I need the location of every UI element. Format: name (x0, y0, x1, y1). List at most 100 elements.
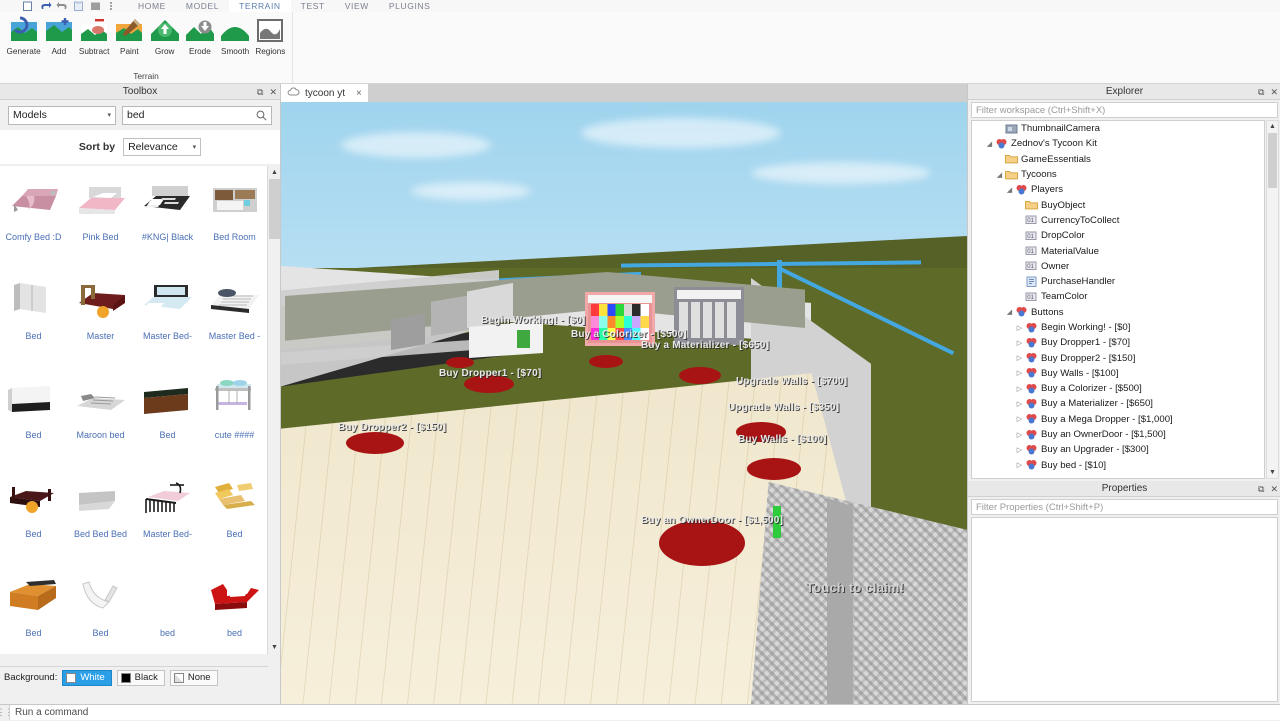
explorer-close-icon[interactable]: ✕ (1270, 87, 1278, 97)
explorer-tree-item[interactable]: ThumbnailCamera (972, 121, 1264, 136)
chevron-down-icon[interactable]: ▼ (1267, 467, 1278, 478)
explorer-tree-item[interactable]: PurchaseHandler (972, 274, 1264, 289)
toolbox-item[interactable]: Bed (0, 562, 67, 654)
tree-twisty-icon[interactable]: ◢ (1004, 186, 1015, 194)
tree-twisty-icon[interactable]: ▷ (1014, 461, 1025, 469)
explorer-scrollbar[interactable]: ▲ ▼ (1266, 120, 1279, 479)
explorer-scroll-thumb[interactable] (1268, 133, 1277, 188)
terrain-generate-button[interactable]: Generate (6, 16, 41, 57)
tree-twisty-icon[interactable]: ▷ (1014, 385, 1025, 393)
tree-twisty-icon[interactable]: ◢ (1004, 308, 1015, 316)
tree-twisty-icon[interactable]: ◢ (984, 140, 995, 148)
explorer-tree-item[interactable]: BuyObject (972, 197, 1264, 212)
explorer-tree[interactable]: ThumbnailCamera ◢ Zednov's Tycoon Kit GameE… (971, 120, 1265, 479)
viewport-tab-tycoon-yt[interactable]: tycoon yt × (281, 84, 368, 102)
toolbox-item[interactable]: Maroon bed (67, 364, 134, 463)
chevron-up-icon[interactable]: ▲ (1267, 121, 1278, 132)
explorer-tree-item[interactable]: ▷ Begin Working! - [$0] (972, 320, 1264, 335)
purchase-pad[interactable] (679, 367, 721, 384)
toolbox-category-select[interactable]: Models ▾ (8, 105, 116, 125)
tree-twisty-icon[interactable]: ◢ (994, 171, 1005, 179)
terrain-paint-button[interactable]: Paint (112, 16, 147, 57)
properties-filter-input[interactable]: Filter Properties (Ctrl+Shift+P) (971, 499, 1278, 515)
chevron-up-icon[interactable]: ▲ (268, 166, 281, 179)
properties-close-icon[interactable]: ✕ (1270, 484, 1278, 494)
toolbox-item[interactable]: cute #### (201, 364, 268, 463)
terrain-regions-button[interactable]: Regions (253, 16, 288, 57)
tree-twisty-icon[interactable]: ▷ (1014, 369, 1025, 377)
chevron-down-icon[interactable]: ▼ (268, 641, 281, 654)
ribbon-tab-plugins[interactable]: PLUGINS (379, 0, 441, 12)
explorer-tree-item[interactable]: ▷ Buy bed - [$10] (972, 458, 1264, 473)
purchase-pad[interactable] (589, 355, 623, 368)
toolbox-dock-icon[interactable]: ⧉ (257, 87, 263, 97)
toolbox-item[interactable]: Bed (0, 364, 67, 463)
command-bar-grip[interactable]: ⋮⋮ (0, 705, 14, 721)
toolbox-scrollbar[interactable]: ▲ ▼ (267, 166, 280, 654)
tree-twisty-icon[interactable]: ▷ (1014, 339, 1025, 347)
terrain-grow-button[interactable]: Grow (147, 16, 182, 57)
properties-list[interactable] (971, 517, 1278, 702)
explorer-tree-item[interactable]: GameEssentials (972, 152, 1264, 167)
explorer-tree-item[interactable]: ▷ Buy an OwnerDoor - [$1,500] (972, 427, 1264, 442)
terrain-subtract-button[interactable]: Subtract (77, 16, 112, 57)
explorer-tree-item[interactable]: ▷ Buy Dropper1 - [$70] (972, 335, 1264, 350)
purchase-pad[interactable] (346, 432, 404, 454)
explorer-tree-item[interactable]: ▷ Buy Walls - [$100] (972, 366, 1264, 381)
toolbox-close-icon[interactable]: ✕ (269, 87, 277, 97)
toolbox-item[interactable]: bed (134, 562, 201, 654)
viewport-3d[interactable]: Begin Working! - [$0] Buy a Colorizer - … (281, 102, 967, 704)
terrain-add-button[interactable]: Add (41, 16, 76, 57)
toolbox-item[interactable]: bed (201, 562, 268, 654)
explorer-tree-item[interactable]: ▷ Buy a Mega Dropper - [$1,000] (972, 412, 1264, 427)
purchase-pad[interactable] (659, 520, 745, 566)
toolbox-scroll-thumb[interactable] (269, 179, 280, 239)
explorer-tree-item[interactable]: ▷ Buy an Upgrader - [$300] (972, 442, 1264, 457)
purchase-pad[interactable] (747, 458, 801, 480)
explorer-tree-item[interactable]: ◢ Buttons (972, 305, 1264, 320)
toolbox-item[interactable]: Bed (67, 562, 134, 654)
purchase-pad[interactable] (446, 357, 474, 368)
background-option-black[interactable]: Black (116, 669, 165, 686)
explorer-tree-item[interactable]: ◢ Tycoons (972, 167, 1264, 182)
toolbox-item[interactable]: Bed (0, 265, 67, 364)
toolbox-item[interactable]: Pink Bed (67, 166, 134, 265)
explorer-tree-item[interactable]: 01 TeamColor (972, 289, 1264, 304)
terrain-smooth-button[interactable]: Smooth (218, 16, 253, 57)
explorer-tree-item[interactable]: 01 MaterialValue (972, 243, 1264, 258)
toolbox-item[interactable]: Bed (201, 463, 268, 562)
toolbox-item[interactable]: Master Bed- (134, 265, 201, 364)
toolbox-item[interactable]: Bed (0, 463, 67, 562)
explorer-tree-item[interactable]: ▷ Buy Dropper2 - [$150] (972, 350, 1264, 365)
ribbon-tab-terrain[interactable]: TERRAIN (229, 0, 291, 12)
explorer-tree-item[interactable]: 01 Owner (972, 259, 1264, 274)
command-input[interactable]: Run a command (9, 705, 1280, 720)
tree-twisty-icon[interactable]: ▷ (1014, 431, 1025, 439)
toolbox-item[interactable]: Master (67, 265, 134, 364)
explorer-tree-item[interactable]: ▷ Buy a Materializer - [$650] (972, 396, 1264, 411)
explorer-tree-item[interactable]: ◢ Zednov's Tycoon Kit (972, 136, 1264, 151)
explorer-tree-item[interactable]: ▷ Buy a Colorizer - [$500] (972, 381, 1264, 396)
toolbox-item[interactable]: Master Bed- (134, 463, 201, 562)
background-option-white[interactable]: White (62, 669, 112, 686)
explorer-filter-input[interactable]: Filter workspace (Ctrl+Shift+X) (971, 102, 1278, 118)
terrain-erode-button[interactable]: Erode (182, 16, 217, 57)
toolbox-sort-select[interactable]: Relevance ▾ (123, 138, 202, 156)
explorer-tree-item[interactable]: 01 CurrencyToCollect (972, 213, 1264, 228)
toolbox-search-input[interactable]: bed (122, 105, 272, 125)
ribbon-tab-home[interactable]: HOME (128, 0, 176, 12)
toolbox-item[interactable]: Bed Room (201, 166, 268, 265)
toolbox-item[interactable]: Master Bed - (201, 265, 268, 364)
tree-twisty-icon[interactable]: ▷ (1014, 446, 1025, 454)
properties-dock-icon[interactable]: ⧉ (1258, 484, 1264, 494)
close-icon[interactable]: × (356, 88, 362, 99)
tree-twisty-icon[interactable]: ▷ (1014, 400, 1025, 408)
explorer-tree-item[interactable]: 01 DropColor (972, 228, 1264, 243)
toolbox-item[interactable]: Bed Bed Bed (67, 463, 134, 562)
toolbox-item[interactable]: Comfy Bed :D (0, 166, 67, 265)
toolbox-item[interactable]: Bed (134, 364, 201, 463)
tree-twisty-icon[interactable]: ▷ (1014, 324, 1025, 332)
tree-twisty-icon[interactable]: ▷ (1014, 415, 1025, 423)
toolbox-item[interactable]: #KNG| Black (134, 166, 201, 265)
ribbon-tab-model[interactable]: MODEL (176, 0, 229, 12)
